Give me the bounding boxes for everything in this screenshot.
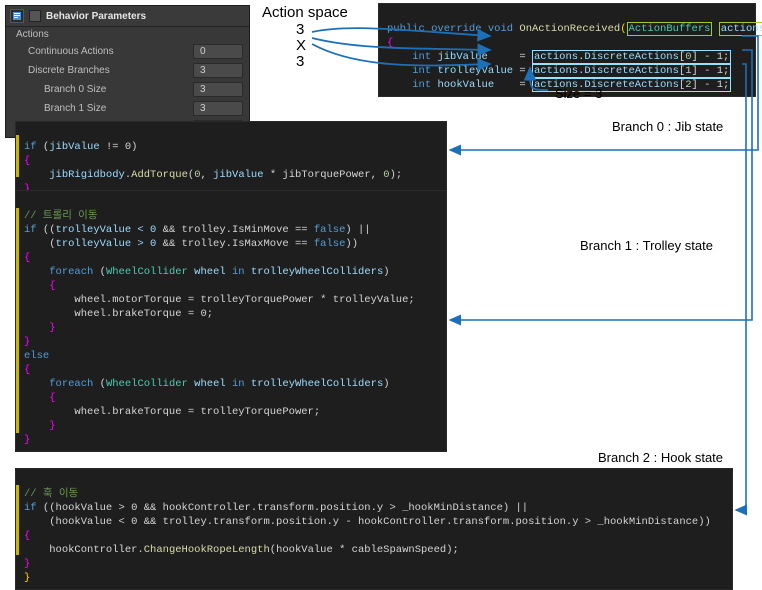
actions-arg-box: actions [719,22,762,36]
action-space-3a: 3 [296,21,304,38]
branch0-label-anno: Branch 0 : Jib state [612,119,723,134]
discrete-branches-field[interactable]: 3 [193,63,243,78]
code-hook-block: // 훅 이동 if ((hookValue > 0 && hookContro… [15,468,733,590]
size-eq3-label: Size = 3 [555,86,602,101]
actions-foldout[interactable]: Actions [6,27,249,42]
inspector-panel: Behavior Parameters Actions Continuous A… [5,5,250,138]
discrete-branches-label: Discrete Branches [28,65,110,76]
branch0-label: Branch 0 Size [44,84,106,95]
action-space-label: Action space [262,4,348,21]
branch2-label-anno: Branch 2 : Hook state [598,450,723,465]
continuous-actions-label: Continuous Actions [28,46,114,57]
code-trolley-block: // 트롤리 이동 if ((trolleyValue < 0 && troll… [15,190,447,452]
branch1-field[interactable]: 3 [193,101,243,116]
continuous-actions-field[interactable]: 0 [193,44,243,59]
inspector-header: Behavior Parameters [6,6,249,27]
component-toggle[interactable] [29,10,41,22]
branch1-label-anno: Branch 1 : Trolley state [580,238,713,253]
code-signature-block: public override void OnActionReceived(Ac… [378,3,756,97]
action-space-x: X [296,37,306,54]
branch1-row: Branch 1 Size 3 [6,99,249,118]
jib-assign-box: actions.DiscreteActions[0] - 1; [532,50,731,64]
code-jib-block: if (jibValue != 0) { jibRigidbody.AddTor… [15,121,447,201]
trolley-assign-box: actions.DiscreteActions[1] - 1; [532,64,731,78]
branch0-field[interactable]: 3 [193,82,243,97]
actionbuffers-box: ActionBuffers [627,22,713,36]
discrete-branches-row: Discrete Branches 3 [6,61,249,80]
actions-label: Actions [16,29,49,40]
action-space-3b: 3 [296,53,304,70]
inspector-title: Behavior Parameters [46,11,146,22]
branch1-label: Branch 1 Size [44,103,106,114]
script-icon [10,9,24,23]
branch0-row: Branch 0 Size 3 [6,80,249,99]
continuous-actions-row: Continuous Actions 0 [6,42,249,61]
